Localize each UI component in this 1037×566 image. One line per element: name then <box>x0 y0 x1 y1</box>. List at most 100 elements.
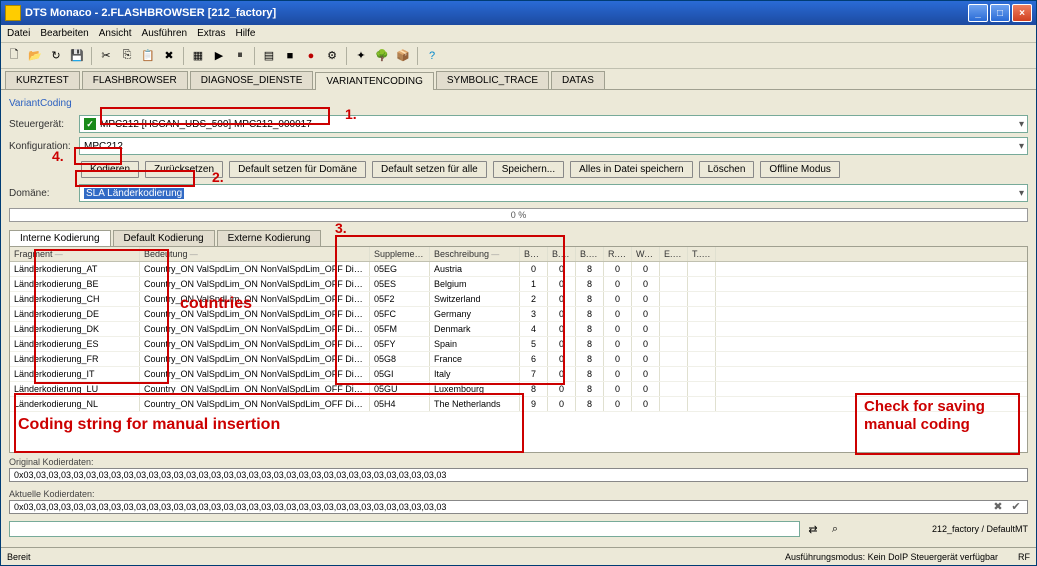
menu-hilfe[interactable]: Hilfe <box>235 28 255 39</box>
tool-save-icon[interactable]: 💾 <box>68 47 86 65</box>
col-supplemen[interactable]: Supplemen.. <box>370 247 430 261</box>
konfiguration-combo[interactable]: MPC212 <box>79 137 1028 155</box>
tab-kurztest[interactable]: KURZTEST <box>5 71 80 89</box>
domaine-combo[interactable]: SLA Länderkodierung <box>79 184 1028 202</box>
search-input[interactable] <box>9 521 800 537</box>
close-button[interactable]: × <box>1012 4 1032 22</box>
check-icon: ✓ <box>84 118 96 130</box>
app-icon <box>5 5 21 21</box>
col-r[interactable]: R.. <box>604 247 632 261</box>
tool-gear-icon[interactable]: ⚙ <box>323 47 341 65</box>
table-row[interactable]: Länderkodierung_CHCountry_ON ValSpdLim_O… <box>10 292 1027 307</box>
tool-stop-icon[interactable]: ■ <box>281 47 299 65</box>
tab-flashbrowser[interactable]: FLASHBROWSER <box>82 71 188 89</box>
table-row[interactable]: Länderkodierung_ESCountry_ON ValSpdLim_O… <box>10 337 1027 352</box>
col-beschreibung[interactable]: Beschreibung <box>430 247 520 261</box>
tab-externe-kodierung[interactable]: Externe Kodierung <box>217 230 322 246</box>
menu-datei[interactable]: Datei <box>7 28 30 39</box>
tool-wand-icon[interactable]: ✦ <box>352 47 370 65</box>
tab-interne-kodierung[interactable]: Interne Kodierung <box>9 230 111 246</box>
table-row[interactable]: Länderkodierung_DKCountry_ON ValSpdLim_O… <box>10 322 1027 337</box>
table-row[interactable]: Länderkodierung_FRCountry_ON ValSpdLim_O… <box>10 352 1027 367</box>
search-option1-icon[interactable]: ⇄ <box>804 520 822 538</box>
aktuelle-kodier-value: 0x03,03,03,03,03,03,03,03,03,03,03,03,03… <box>14 502 985 512</box>
kodieren-button[interactable]: Kodieren <box>81 161 139 178</box>
tool-cut-icon[interactable]: ✂ <box>97 47 115 65</box>
tool-copy-icon[interactable]: ⎘ <box>118 47 136 65</box>
col-w[interactable]: W.. <box>632 247 660 261</box>
table-row[interactable]: Länderkodierung_BECountry_ON ValSpdLim_O… <box>10 277 1027 292</box>
status-rf: RF <box>1018 552 1030 562</box>
window-title: DTS Monaco - 2.FLASHBROWSER [212_factory… <box>25 7 968 19</box>
tool-pause-icon[interactable]: ⏸ <box>231 47 249 65</box>
tool-layout-icon[interactable]: ▦ <box>189 47 207 65</box>
tool-help-icon[interactable]: ? <box>423 47 441 65</box>
save-coding-icon[interactable]: ✔ <box>1009 501 1023 513</box>
coding-table: Fragment Bedeutung Supplemen.. Beschreib… <box>9 246 1028 453</box>
tool-delete-icon[interactable]: ✖ <box>160 47 178 65</box>
col-b1[interactable]: B.. <box>548 247 576 261</box>
zuruecksetzen-button[interactable]: Zurücksetzen <box>145 161 223 178</box>
menu-bearbeiten[interactable]: Bearbeiten <box>40 28 88 39</box>
col-t[interactable]: T.. <box>688 247 716 261</box>
domaine-label: Domäne: <box>9 188 79 199</box>
col-fragment[interactable]: Fragment <box>10 247 140 261</box>
table-row[interactable]: Länderkodierung_ITCountry_ON ValSpdLim_O… <box>10 367 1027 382</box>
menu-extras[interactable]: Extras <box>197 28 225 39</box>
tool-record-icon[interactable]: ● <box>302 47 320 65</box>
tab-diagnose-dienste[interactable]: DIAGNOSE_DIENSTE <box>190 71 314 89</box>
col-byt[interactable]: Byt.. <box>520 247 548 261</box>
steuergeraet-label: Steuergerät: <box>9 119 79 130</box>
menubar: Datei Bearbeiten Ansicht Ausführen Extra… <box>1 25 1036 43</box>
cancel-coding-icon[interactable]: ✖ <box>991 501 1005 513</box>
group-label: VariantCoding <box>9 98 1028 109</box>
alles-speichern-button[interactable]: Alles in Datei speichern <box>570 161 693 178</box>
default-alle-button[interactable]: Default setzen für alle <box>372 161 487 178</box>
menu-ausfuehren[interactable]: Ausführen <box>142 28 188 39</box>
menu-ansicht[interactable]: Ansicht <box>99 28 132 39</box>
statusbar: Bereit Ausführungsmodus: Kein DoIP Steue… <box>1 547 1036 565</box>
col-bedeutung[interactable]: Bedeutung <box>140 247 370 261</box>
button-row: Kodieren Zurücksetzen Default setzen für… <box>81 161 1028 178</box>
inner-tabs: Interne Kodierung Default Kodierung Exte… <box>9 230 1028 246</box>
konfiguration-value: MPC212 <box>84 141 123 152</box>
col-b2[interactable]: B.. <box>576 247 604 261</box>
offline-button[interactable]: Offline Modus <box>760 161 840 178</box>
table-body[interactable]: Länderkodierung_ATCountry_ON ValSpdLim_O… <box>10 262 1027 452</box>
search-option2-icon[interactable]: ⌕ <box>826 520 844 538</box>
tab-symbolic-trace[interactable]: SYMBOLIC_TRACE <box>436 71 549 89</box>
tab-datas[interactable]: DATAS <box>551 71 605 89</box>
aktuelle-kodier-label: Aktuelle Kodierdaten: <box>9 489 1028 499</box>
tool-new-icon[interactable]: 🗋 <box>5 47 23 65</box>
default-domaine-button[interactable]: Default setzen für Domäne <box>229 161 366 178</box>
tool-open-icon[interactable]: 📂 <box>26 47 44 65</box>
original-kodier-label: Original Kodierdaten: <box>9 457 1028 467</box>
table-row[interactable]: Länderkodierung_NLCountry_ON ValSpdLim_O… <box>10 397 1027 412</box>
tab-default-kodierung[interactable]: Default Kodierung <box>113 230 215 246</box>
speichern-button[interactable]: Speichern... <box>493 161 564 178</box>
main-tabs: KURZTEST FLASHBROWSER DIAGNOSE_DIENSTE V… <box>1 69 1036 90</box>
steuergeraet-combo[interactable]: ✓ MPC212 [HSCAN_UDS_500] MPC212_000017 <box>79 115 1028 133</box>
tool-paste-icon[interactable]: 📋 <box>139 47 157 65</box>
titlebar: DTS Monaco - 2.FLASHBROWSER [212_factory… <box>1 1 1036 25</box>
tool-box-icon[interactable]: 📦 <box>394 47 412 65</box>
tool-refresh-icon[interactable]: ↻ <box>47 47 65 65</box>
tab-variantencoding[interactable]: VARIANTENCODING <box>315 72 434 90</box>
progress-bar: 0 % <box>9 208 1028 222</box>
table-row[interactable]: Länderkodierung_LUCountry_ON ValSpdLim_O… <box>10 382 1027 397</box>
tool-run-icon[interactable]: ▶ <box>210 47 228 65</box>
status-mode: Ausführungsmodus: Kein DoIP Steuergerät … <box>785 552 998 562</box>
table-row[interactable]: Länderkodierung_DECountry_ON ValSpdLim_O… <box>10 307 1027 322</box>
col-e[interactable]: E.. <box>660 247 688 261</box>
toolbar: 🗋 📂 ↻ 💾 ✂ ⎘ 📋 ✖ ▦ ▶ ⏸ ▤ ■ ● ⚙ ✦ 🌳 📦 ? <box>1 43 1036 69</box>
tool-sheet-icon[interactable]: ▤ <box>260 47 278 65</box>
aktuelle-kodier-box[interactable]: 0x03,03,03,03,03,03,03,03,03,03,03,03,03… <box>9 500 1028 514</box>
loeschen-button[interactable]: Löschen <box>699 161 755 178</box>
status-bereit: Bereit <box>7 552 67 562</box>
minimize-button[interactable]: _ <box>968 4 988 22</box>
status-path: 212_factory / DefaultMT <box>848 524 1028 534</box>
maximize-button[interactable]: □ <box>990 4 1010 22</box>
table-row[interactable]: Länderkodierung_ATCountry_ON ValSpdLim_O… <box>10 262 1027 277</box>
domaine-value: SLA Länderkodierung <box>84 188 184 199</box>
tool-tree-icon[interactable]: 🌳 <box>373 47 391 65</box>
